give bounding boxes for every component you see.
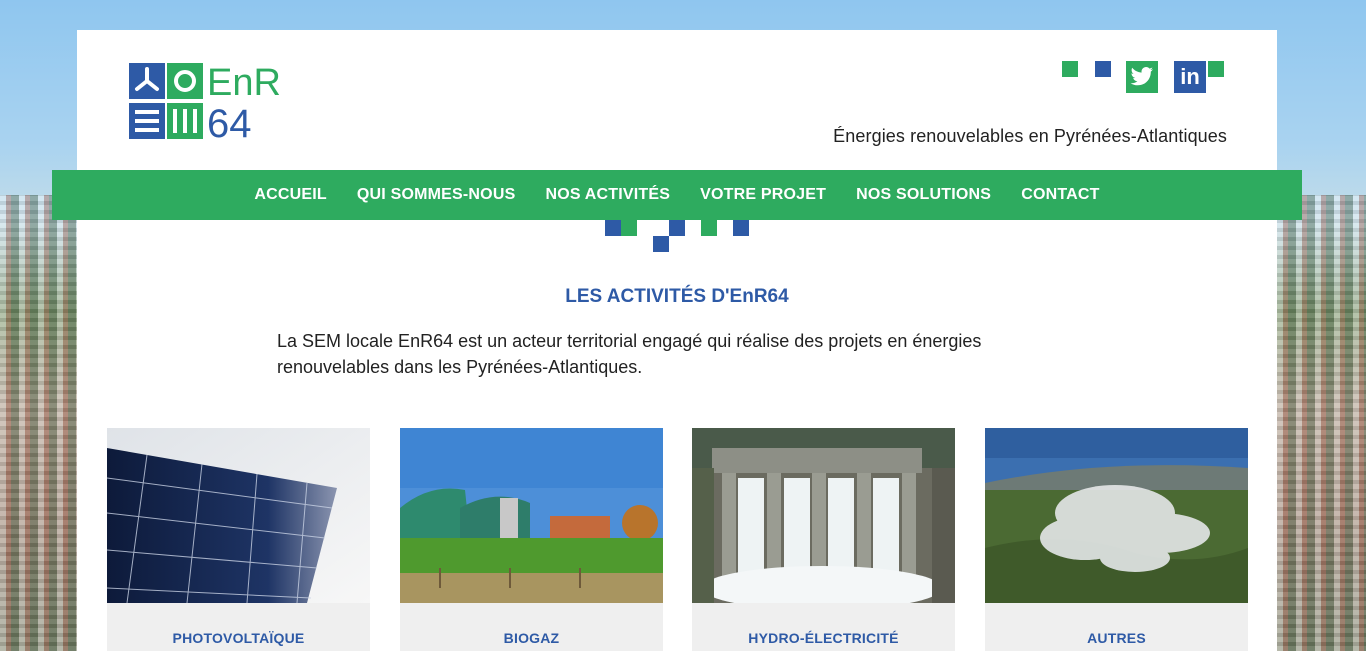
card-label: AUTRES [1087, 630, 1146, 646]
page-container: EnR 64 in Énergies renouvelables en Pyré… [77, 30, 1277, 651]
background-city-left [0, 195, 77, 651]
geothermal-steam-image [985, 428, 1248, 603]
twitter-icon [1130, 67, 1153, 86]
logo-text-64: 64 [207, 102, 252, 139]
section-intro: La SEM locale EnR64 est un acteur territ… [277, 331, 982, 377]
card-label: HYDRO-ÉLECTRICITÉ [748, 630, 899, 646]
nav-item-nos-activites[interactable]: NOS ACTIVITÉS [545, 186, 670, 204]
card-biogaz[interactable]: BIOGAZ [400, 428, 663, 651]
enr64-logo[interactable]: EnR 64 [129, 63, 307, 139]
card-photovoltaique[interactable]: PHOTOVOLTAÏQUE [107, 428, 370, 651]
decor-square [1208, 61, 1224, 77]
linkedin-button[interactable]: in [1174, 61, 1206, 93]
linkedin-icon: in [1180, 64, 1200, 89]
section-title: LES ACTIVITÉS D'EnR64 [565, 286, 789, 307]
nav-item-qui-sommes-nous[interactable]: QUI SOMMES-NOUS [357, 186, 516, 204]
decor-square [1062, 61, 1078, 77]
twitter-button[interactable] [1126, 61, 1158, 93]
social-links: in [1062, 61, 1227, 95]
card-autres[interactable]: AUTRES [985, 428, 1248, 651]
card-label: BIOGAZ [503, 630, 560, 646]
dam-image [692, 428, 955, 603]
decor-squares [605, 220, 755, 254]
nav-item-accueil[interactable]: ACCUEIL [254, 186, 327, 204]
card-hydro-electricite[interactable]: HYDRO-ÉLECTRICITÉ [692, 428, 955, 651]
nav-item-votre-projet[interactable]: VOTRE PROJET [700, 186, 826, 204]
solar-panel-image [107, 428, 370, 603]
biogas-plant-image [400, 428, 663, 603]
background-city-right [1277, 195, 1366, 651]
logo-text-enr: EnR [207, 63, 281, 104]
main-navigation: ACCUEIL QUI SOMMES-NOUS NOS ACTIVITÉS VO… [52, 170, 1302, 220]
site-tagline: Énergies renouvelables en Pyrénées-Atlan… [833, 126, 1227, 146]
decor-square [1095, 61, 1111, 77]
nav-item-contact[interactable]: CONTACT [1021, 186, 1099, 204]
card-label: PHOTOVOLTAÏQUE [172, 630, 305, 646]
nav-item-nos-solutions[interactable]: NOS SOLUTIONS [856, 186, 991, 204]
